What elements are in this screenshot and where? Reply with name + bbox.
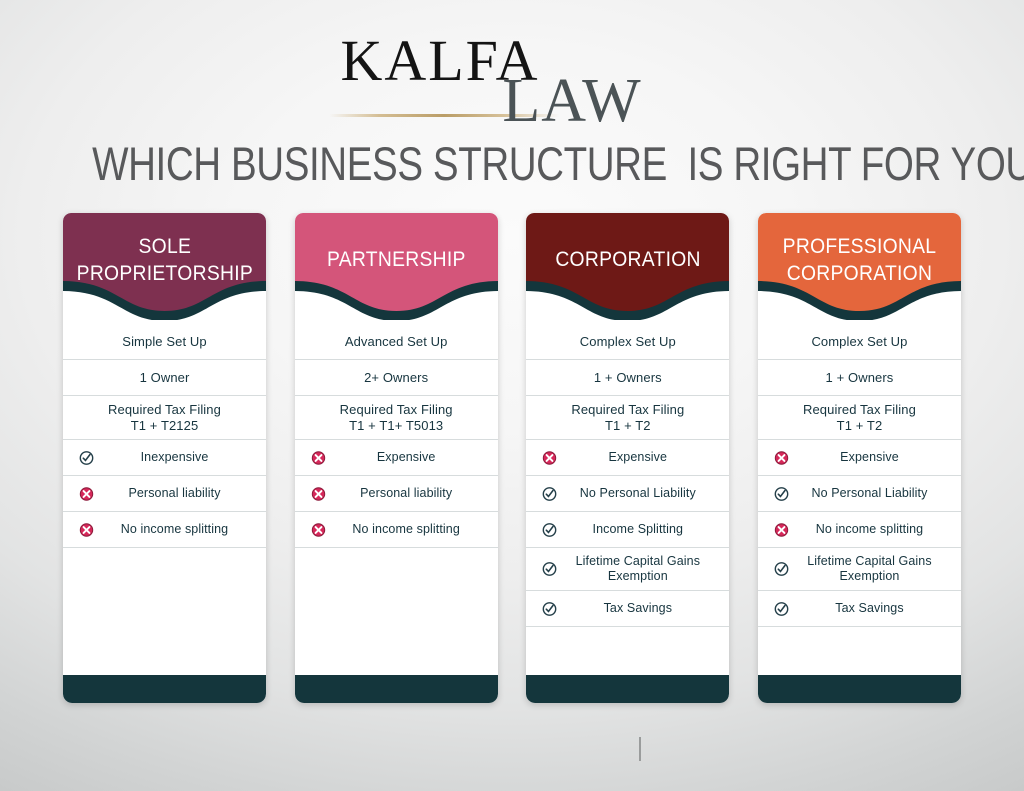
feature-label: Complex Set Up bbox=[811, 333, 908, 349]
card-footer-sole-proprietorship bbox=[63, 675, 266, 703]
cross-circle-icon bbox=[311, 486, 325, 501]
feature-row: Lifetime Capital Gains Exemption bbox=[526, 548, 730, 592]
cross-circle-icon bbox=[774, 522, 789, 537]
card-feature-list-corporation: Complex Set Up 1 + Owners Required Tax Fil… bbox=[526, 320, 730, 675]
card-header-partnership: PARTNERSHIP bbox=[294, 213, 498, 320]
header-curve-band bbox=[294, 281, 498, 320]
feature-row: Inexpensive bbox=[63, 440, 266, 477]
feature-row: 2+ Owners bbox=[294, 360, 498, 396]
card-header-title: SOLE PROPRIETORSHIP bbox=[76, 234, 253, 285]
feature-label: Complex Set Up bbox=[579, 333, 676, 349]
logo-law-text: LAW bbox=[502, 67, 642, 135]
feature-row: Personal liability bbox=[63, 476, 266, 513]
feature-row: 1 Owner bbox=[63, 360, 266, 396]
feature-row: No Personal Liability bbox=[526, 476, 730, 513]
card-footer-professional-corporation bbox=[757, 675, 961, 703]
feature-row: Expensive bbox=[757, 440, 961, 477]
header-curve-band bbox=[526, 281, 730, 320]
feature-row: No income splitting bbox=[294, 512, 498, 549]
card-header-title: PROFESSIONAL CORPORATION bbox=[782, 234, 937, 285]
feature-label: 1 + Owners bbox=[825, 369, 894, 385]
feature-row: Personal liability bbox=[294, 476, 498, 513]
structure-card-corporation: CORPORATION Complex Set Up 1 + Owners Requi… bbox=[526, 213, 730, 703]
feature-row: Expensive bbox=[294, 440, 498, 477]
check-circle-icon bbox=[542, 522, 557, 537]
feature-row: Income Splitting bbox=[526, 512, 730, 549]
check-circle-icon bbox=[542, 601, 557, 616]
structure-card-professional-corporation: PROFESSIONAL CORPORATION Complex Set Up 1 … bbox=[757, 213, 961, 703]
page-title: WHICH BUSINESS STRUCTURE IS RIGHT FOR YO… bbox=[92, 137, 1024, 190]
feature-label: Advanced Set Up bbox=[344, 333, 448, 349]
feature-row: No income splitting bbox=[757, 512, 961, 549]
feature-row: Required Tax Filing T1 + T1+ T5013 bbox=[294, 396, 498, 441]
structure-card-sole-proprietorship: SOLE PROPRIETORSHIP Simple Set Up 1 Owner R… bbox=[63, 213, 266, 703]
feature-row: Advanced Set Up bbox=[294, 324, 498, 360]
feature-row: Tax Savings bbox=[757, 591, 961, 628]
cross-circle-icon bbox=[79, 522, 94, 537]
feature-row: 1 + Owners bbox=[757, 360, 961, 396]
card-header-title: PARTNERSHIP bbox=[326, 248, 466, 272]
cross-circle-icon bbox=[79, 486, 94, 501]
infographic-canvas: KALFA LAW WHICH BUSINESS STRUCTURE IS RI… bbox=[0, 0, 1024, 791]
card-footer-partnership bbox=[294, 675, 498, 703]
feature-label: 2+ Owners bbox=[364, 369, 429, 385]
cross-circle-icon bbox=[311, 450, 325, 465]
structure-card-partnership: PARTNERSHIP Advanced Set Up 2+ Owners Requi… bbox=[294, 213, 498, 703]
feature-label: Required Tax Filing T1 + T2 bbox=[571, 402, 685, 433]
card-footer-corporation bbox=[526, 675, 730, 703]
feature-label: Required Tax Filing T1 + T2125 bbox=[108, 402, 221, 433]
feature-row: Required Tax Filing T1 + T2125 bbox=[63, 396, 266, 441]
feature-row: No Personal Liability bbox=[757, 476, 961, 513]
feature-row: No income splitting bbox=[63, 512, 266, 549]
card-header-professional-corporation: PROFESSIONAL CORPORATION bbox=[757, 213, 961, 320]
feature-row: 1 + Owners bbox=[526, 360, 730, 396]
card-feature-list-partnership: Advanced Set Up 2+ Owners Required Tax Fil… bbox=[294, 320, 498, 675]
bottom-divider-tick bbox=[639, 737, 641, 761]
feature-row: Required Tax Filing T1 + T2 bbox=[526, 396, 730, 441]
card-feature-list-professional-corporation: Complex Set Up 1 + Owners Required Tax Fil… bbox=[757, 320, 961, 675]
card-header-sole-proprietorship: SOLE PROPRIETORSHIP bbox=[63, 213, 266, 320]
check-circle-icon bbox=[542, 562, 557, 577]
check-circle-icon bbox=[774, 601, 789, 616]
feature-row: Simple Set Up bbox=[63, 324, 266, 360]
card-header-corporation: CORPORATION bbox=[526, 213, 730, 320]
check-circle-icon bbox=[774, 486, 789, 501]
card-header-title: CORPORATION bbox=[555, 248, 701, 272]
feature-row: Tax Savings bbox=[526, 591, 730, 628]
feature-label: 1 + Owners bbox=[593, 369, 662, 385]
check-circle-icon bbox=[79, 450, 94, 465]
feature-label: 1 Owner bbox=[139, 369, 190, 385]
feature-row: Lifetime Capital Gains Exemption bbox=[757, 548, 961, 592]
structure-comparison-grid: SOLE PROPRIETORSHIP Simple Set Up 1 Owner R… bbox=[63, 213, 961, 703]
card-feature-list-sole-proprietorship: Simple Set Up 1 Owner Required Tax Filing … bbox=[63, 320, 266, 675]
feature-label: Required Tax Filing T1 + T2 bbox=[802, 402, 916, 433]
brand-logo: KALFA LAW bbox=[0, 22, 1024, 132]
cross-circle-icon bbox=[543, 450, 557, 465]
feature-row: Complex Set Up bbox=[757, 324, 961, 360]
feature-row: Required Tax Filing T1 + T2 bbox=[757, 396, 961, 441]
check-circle-icon bbox=[774, 562, 789, 577]
cross-circle-icon bbox=[774, 450, 789, 465]
cross-circle-icon bbox=[311, 522, 325, 537]
check-circle-icon bbox=[542, 486, 557, 501]
feature-row: Expensive bbox=[526, 440, 730, 477]
feature-label: Required Tax Filing T1 + T1+ T5013 bbox=[339, 402, 453, 433]
feature-label: Simple Set Up bbox=[122, 333, 207, 349]
feature-row: Complex Set Up bbox=[526, 324, 730, 360]
